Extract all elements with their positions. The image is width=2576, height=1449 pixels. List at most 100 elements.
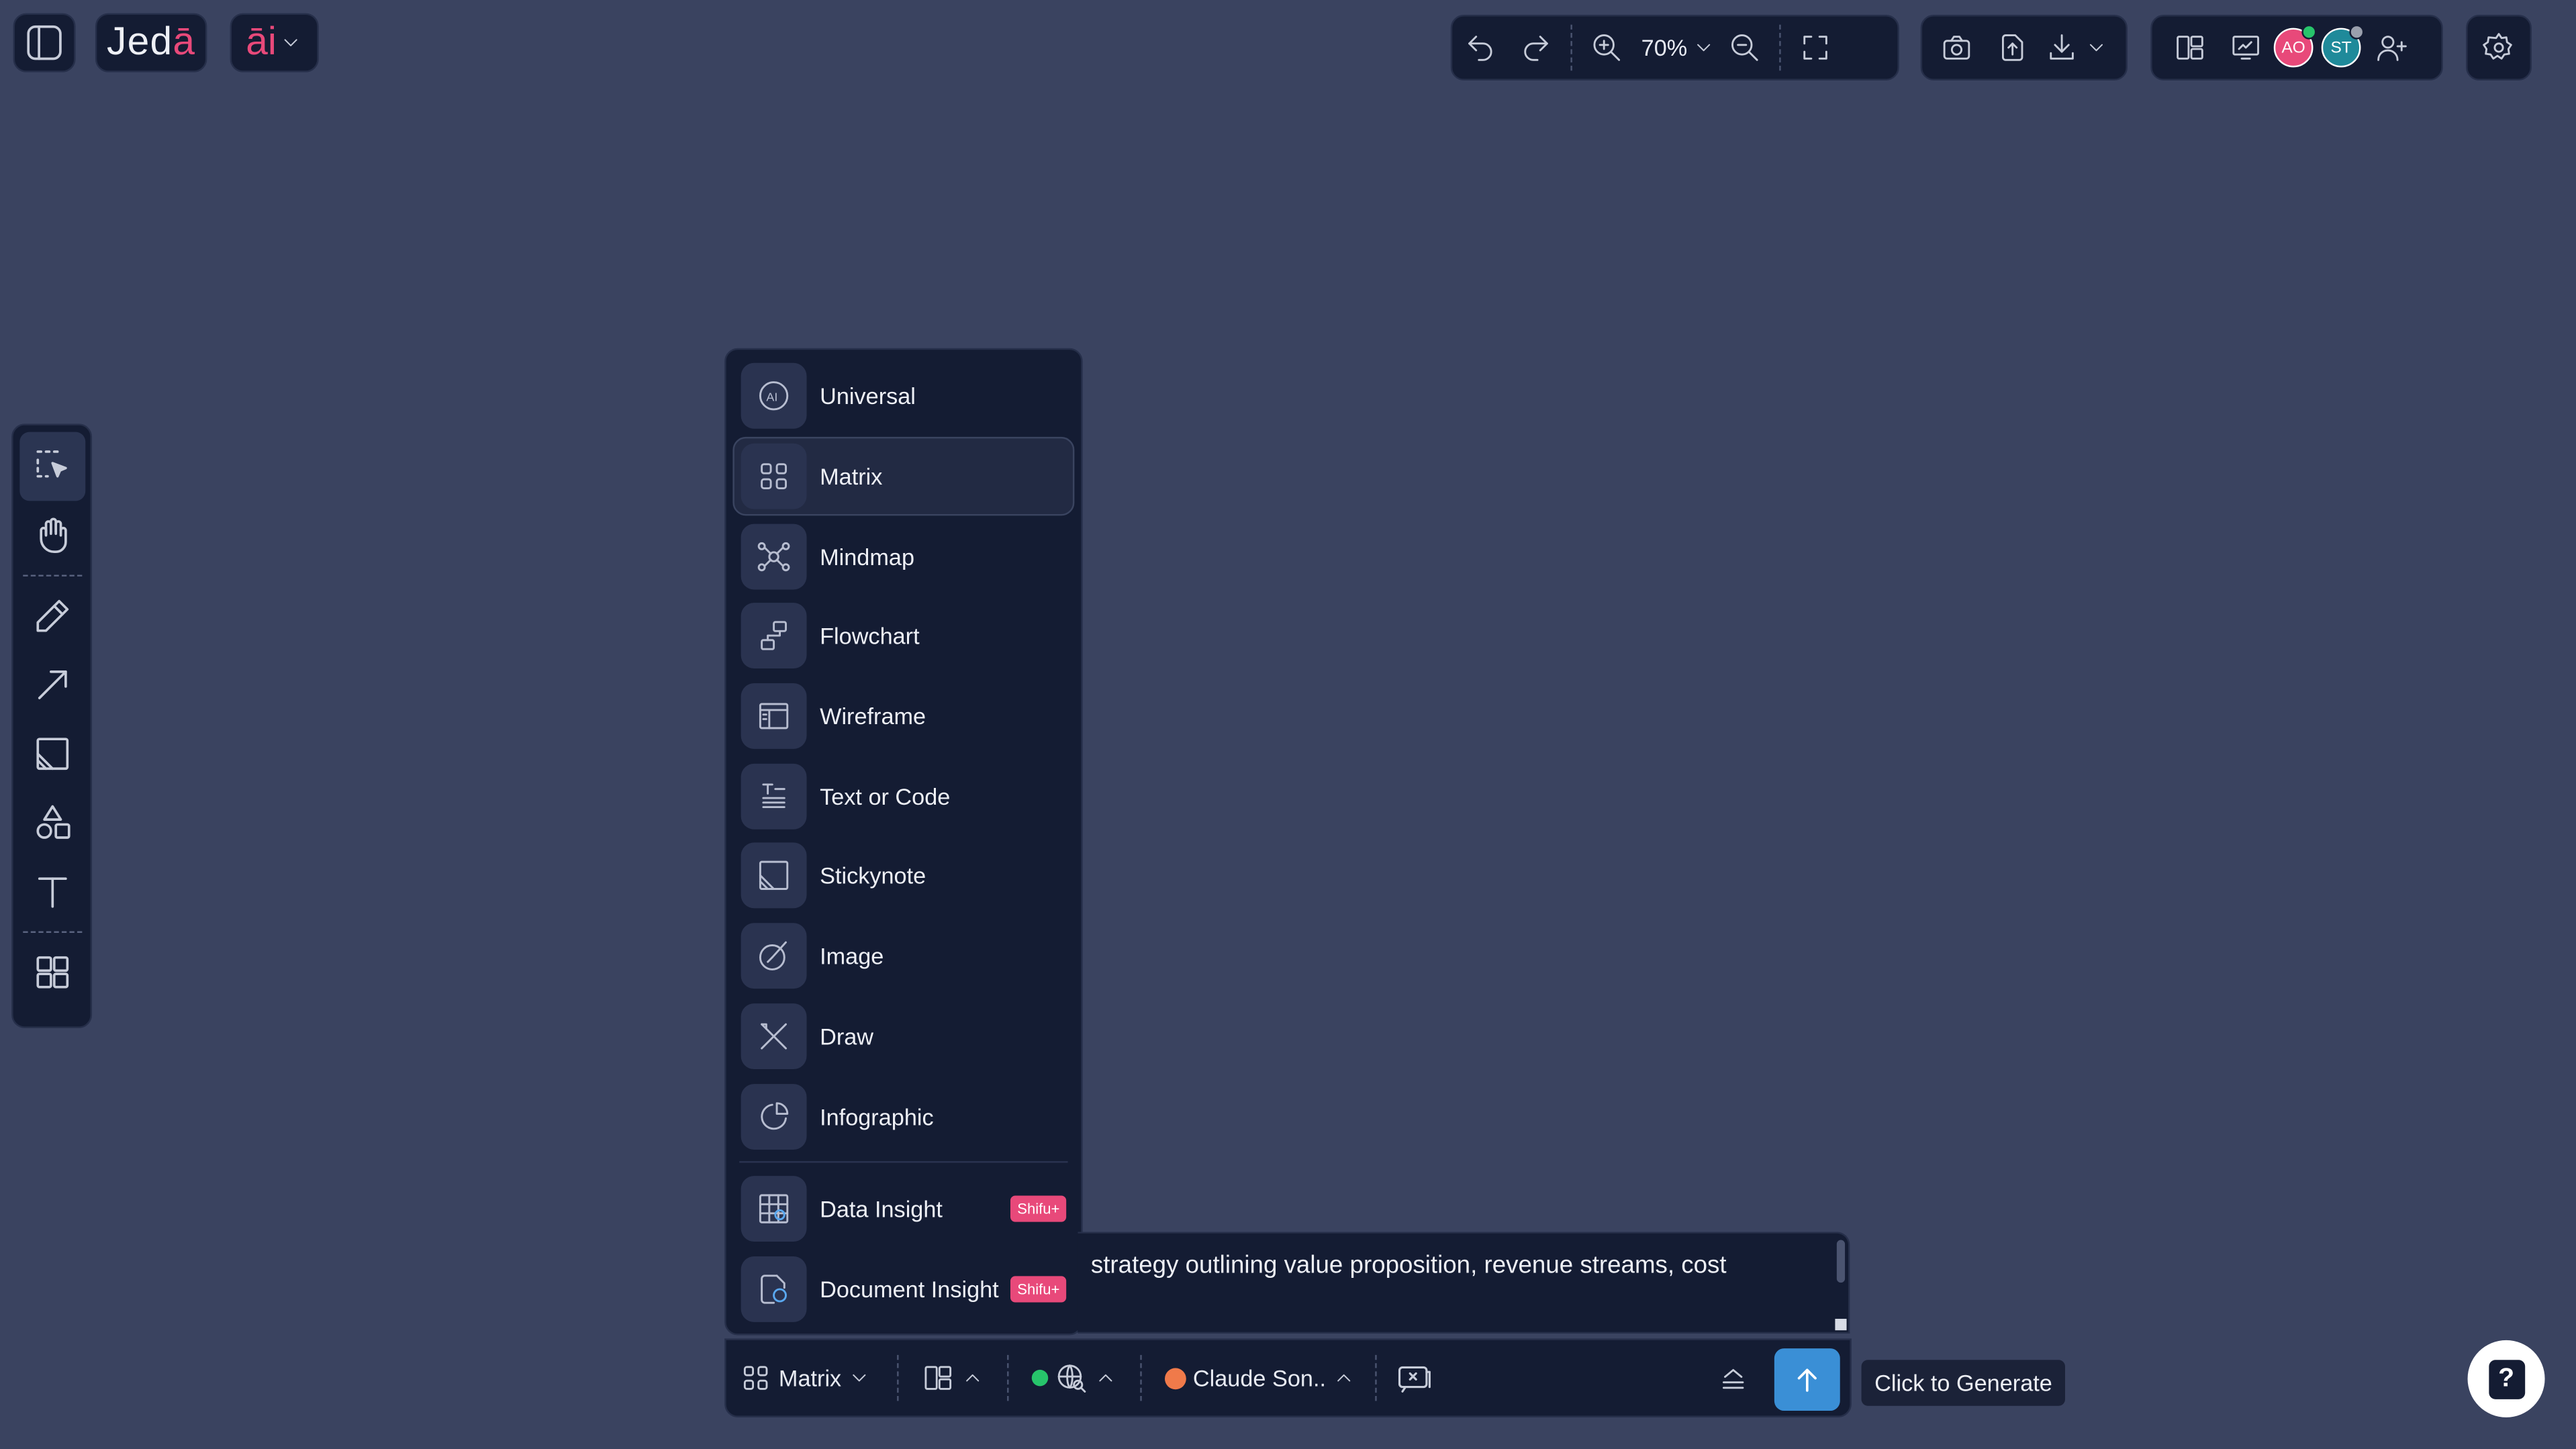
sidebar-toggle-button[interactable] <box>13 13 76 72</box>
generation-type-menu: AI Universal Matrix Mindmap Flowchart Wi… <box>724 348 1083 1336</box>
divider <box>22 574 82 577</box>
menu-item-mindmap[interactable]: Mindmap <box>732 516 1074 596</box>
mindmap-icon <box>741 523 807 589</box>
pencil-tool[interactable] <box>19 581 85 650</box>
help-icon: ? <box>2488 1358 2524 1399</box>
layout-selector[interactable] <box>906 1338 1001 1417</box>
online-status-dot <box>2301 24 2317 40</box>
templates-tool[interactable] <box>19 938 85 1007</box>
upload-file-icon[interactable] <box>1985 15 2040 81</box>
select-cursor-icon <box>36 450 66 478</box>
redo-icon[interactable] <box>1508 15 1564 81</box>
zoom-level-value[interactable]: 70% <box>1635 34 1690 60</box>
divider <box>1570 24 1572 71</box>
menu-item-text-code[interactable]: Text or Code <box>732 756 1074 836</box>
logo-accent-text: ā <box>173 19 196 64</box>
wireframe-icon <box>741 683 807 750</box>
globe-search-icon <box>1055 1362 1088 1395</box>
matrix-grid-icon <box>741 443 807 509</box>
text-tool[interactable] <box>19 857 85 926</box>
arrow-icon <box>37 670 66 699</box>
model-icon <box>1165 1367 1187 1389</box>
model-selector[interactable]: Claude Son.. <box>1149 1338 1369 1417</box>
ai-menu-button[interactable]: āi <box>230 13 319 72</box>
generate-tooltip: Click to Generate <box>1861 1360 2066 1406</box>
chat-clear-icon <box>1396 1360 1433 1396</box>
menu-item-label: Image <box>820 943 884 970</box>
collaborator-avatar[interactable]: AO <box>2273 24 2317 68</box>
menu-item-label: Flowchart <box>820 623 920 650</box>
hand-tool[interactable] <box>19 501 85 570</box>
layout-panels-icon <box>922 1362 955 1395</box>
clear-chat-button[interactable] <box>1384 1338 1446 1417</box>
menu-item-wireframe[interactable]: Wireframe <box>732 677 1074 756</box>
generate-button[interactable] <box>1774 1348 1840 1411</box>
collapse-button[interactable] <box>1705 1348 1761 1411</box>
settings-button[interactable] <box>2466 15 2532 81</box>
menu-item-label: Text or Code <box>820 783 951 809</box>
download-icon[interactable] <box>2040 15 2083 81</box>
divider <box>1375 1354 1377 1401</box>
select-tool[interactable] <box>19 432 85 501</box>
undo-icon[interactable] <box>1452 15 1508 81</box>
document-insight-icon <box>741 1256 807 1322</box>
hand-icon <box>39 517 66 554</box>
mode-label: Matrix <box>778 1364 842 1391</box>
image-brush-icon <box>741 923 807 989</box>
menu-item-label: Document Insight <box>820 1276 999 1303</box>
resize-handle[interactable] <box>1835 1319 1847 1331</box>
fullscreen-icon[interactable] <box>1788 15 1844 81</box>
ai-label: āi <box>246 19 277 64</box>
divider <box>1779 24 1781 71</box>
layout-panels-icon[interactable] <box>2162 15 2217 81</box>
chevron-up-icon <box>1333 1366 1355 1389</box>
divider <box>1007 1354 1009 1401</box>
menu-item-document-insight[interactable]: Document Insight Shifu+ <box>732 1249 1074 1329</box>
premium-badge: Shifu+ <box>1010 1196 1067 1223</box>
prompt-input[interactable]: strategy outlining value proposition, re… <box>1078 1232 1850 1334</box>
collaboration-toolbar: AO ST <box>2150 15 2443 81</box>
help-button[interactable]: ? <box>2467 1340 2545 1417</box>
zoom-out-icon[interactable] <box>1717 15 1772 81</box>
chevron-down-icon <box>280 31 303 54</box>
shapes-tool[interactable] <box>19 789 85 858</box>
menu-item-infographic[interactable]: Infographic <box>732 1076 1074 1156</box>
svg-text:AI: AI <box>766 391 777 404</box>
menu-item-image[interactable]: Image <box>732 916 1074 996</box>
chevron-down-icon <box>848 1366 871 1389</box>
divider <box>22 931 82 933</box>
history-zoom-toolbar: 70% <box>1450 15 1899 81</box>
pencil-icon <box>36 599 68 632</box>
arrow-tool[interactable] <box>19 650 85 719</box>
zoom-in-icon[interactable] <box>1579 15 1635 81</box>
chevron-down-icon[interactable] <box>2083 15 2109 81</box>
menu-item-data-insight[interactable]: Data Insight Shifu+ <box>732 1169 1074 1249</box>
menu-item-matrix[interactable]: Matrix <box>732 436 1075 517</box>
menu-item-flowchart[interactable]: Flowchart <box>732 596 1074 676</box>
menu-item-label: Universal <box>820 383 916 410</box>
app-logo[interactable]: Jed ā <box>95 13 207 72</box>
divider <box>1140 1354 1143 1401</box>
divider <box>897 1354 899 1401</box>
web-status-dot <box>1032 1369 1049 1387</box>
gear-icon <box>2483 31 2516 64</box>
collaborator-avatar[interactable]: ST <box>2321 24 2365 68</box>
camera-icon[interactable] <box>1929 15 1985 81</box>
prompt-scrollbar[interactable] <box>1836 1240 1846 1283</box>
add-user-icon[interactable] <box>2369 15 2416 81</box>
web-search-selector[interactable] <box>1016 1338 1134 1417</box>
menu-item-draw[interactable]: Draw <box>732 996 1074 1076</box>
menu-item-stickynote[interactable]: Stickynote <box>732 836 1074 916</box>
mode-selector[interactable]: Matrix <box>739 1338 890 1417</box>
chevron-up-icon <box>961 1366 984 1389</box>
flowchart-icon <box>741 603 807 669</box>
sticky-note-tool[interactable] <box>19 719 85 789</box>
arrow-up-icon <box>1797 1368 1817 1392</box>
menu-item-label: Matrix <box>820 463 883 490</box>
chevron-down-icon[interactable] <box>1690 15 1717 81</box>
ai-circle-icon: AI <box>741 363 807 430</box>
sticky-note-icon <box>36 738 68 770</box>
presentation-icon[interactable] <box>2218 15 2274 81</box>
tool-rail <box>11 423 93 1028</box>
menu-item-universal[interactable]: AI Universal <box>732 356 1074 436</box>
